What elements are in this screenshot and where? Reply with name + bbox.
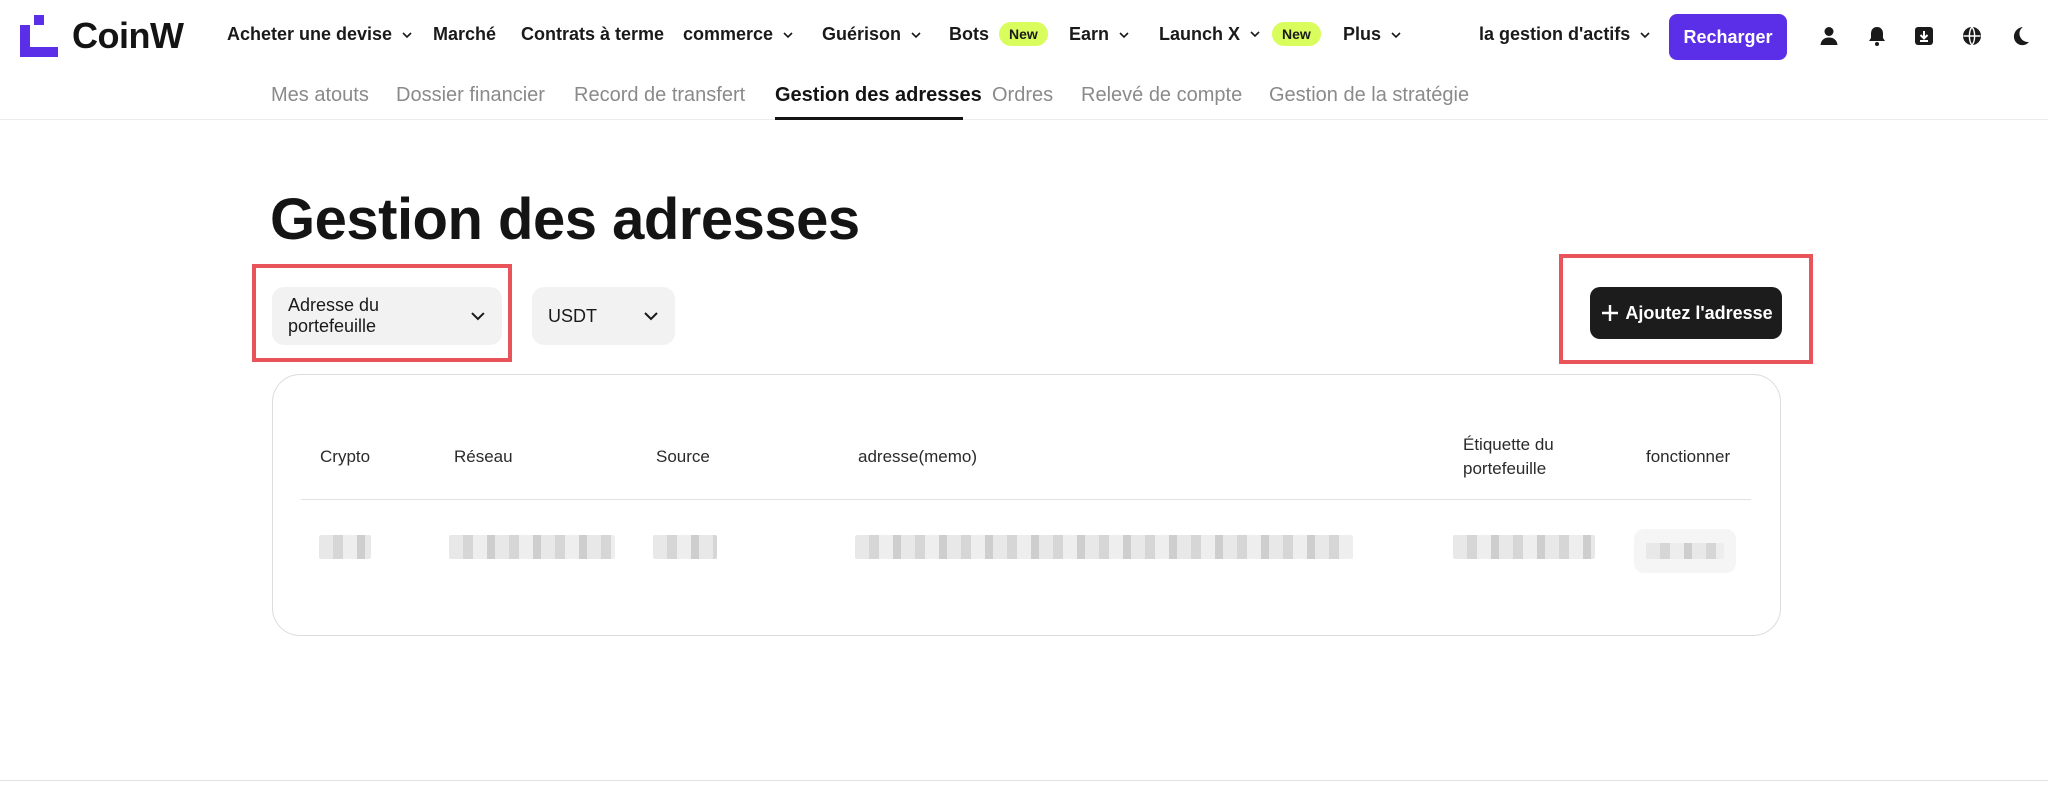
tab-my-assets[interactable]: Mes atouts: [271, 84, 369, 107]
nav-futures[interactable]: Contrats à terme: [521, 24, 664, 45]
nav-label: Guérison: [822, 24, 902, 44]
nav-label: Plus: [1343, 24, 1382, 44]
address-type-select[interactable]: Adresse du portefeuille: [272, 287, 502, 345]
nav-asset-management[interactable]: la gestion d'actifs: [1479, 24, 1652, 45]
tab-address-management[interactable]: Gestion des adresses: [775, 84, 982, 107]
bell-icon[interactable]: [1865, 24, 1889, 48]
chevron-down-icon: [1250, 31, 1260, 38]
nav-label: Marché: [433, 24, 497, 44]
header-divider: [301, 499, 1751, 500]
chevron-down-icon: [1119, 31, 1129, 38]
redacted-network: [449, 535, 615, 559]
nav-label: Launch X: [1159, 23, 1241, 44]
redacted-action-label: [1646, 543, 1724, 559]
row-action-button[interactable]: [1634, 529, 1736, 573]
asset-subtabs: Mes atouts Dossier financier Record de t…: [0, 74, 2048, 120]
nav-label: Contrats à terme: [521, 24, 665, 44]
chevron-down-icon: [1391, 31, 1401, 38]
chevron-down-icon: [783, 31, 793, 38]
tab-account-statement[interactable]: Relevé de compte: [1081, 84, 1242, 107]
column-header-action: fonctionner: [1646, 447, 1731, 466]
nav-label: Earn: [1069, 24, 1110, 44]
redacted-wallet-label: [1453, 535, 1595, 559]
column-header-source: Source: [656, 447, 710, 466]
nav-recovery[interactable]: Guérison: [822, 24, 923, 45]
address-type-value: Adresse du portefeuille: [288, 295, 380, 336]
top-navigation: CoinW Acheter une devise Marché Contrats…: [0, 0, 2048, 74]
tab-orders[interactable]: Ordres: [992, 84, 1053, 107]
add-address-label: Ajoutez l'adresse: [1625, 302, 1773, 323]
redacted-source: [653, 535, 717, 559]
tab-strategy-management[interactable]: Gestion de la stratégie: [1269, 84, 1469, 107]
chevron-down-icon: [471, 312, 485, 321]
nav-label: la gestion d'actifs: [1479, 24, 1631, 44]
chevron-down-icon: [911, 31, 921, 38]
page-title: Gestion des adresses: [270, 187, 860, 252]
column-header-wallet-label: Étiquette du portefeuille: [1463, 435, 1554, 478]
coinw-logo[interactable]: CoinW: [20, 14, 184, 58]
chevron-down-icon: [1640, 31, 1650, 38]
address-table: Crypto Réseau Source adresse(memo) Étiqu…: [272, 374, 1781, 636]
nav-label: Bots: [949, 23, 989, 44]
column-header-address: adresse(memo): [858, 447, 978, 466]
chevron-down-icon: [644, 312, 658, 321]
tab-financial-record[interactable]: Dossier financier: [396, 84, 545, 107]
chevron-down-icon: [402, 31, 412, 38]
add-address-button[interactable]: Ajoutez l'adresse: [1590, 287, 1782, 339]
column-header-crypto: Crypto: [320, 447, 371, 466]
new-badge: New: [999, 22, 1048, 46]
nav-label: Acheter une devise: [227, 24, 393, 44]
recharge-button[interactable]: Recharger: [1669, 14, 1787, 60]
nav-bots[interactable]: Bots New: [949, 22, 1048, 46]
nav-trade[interactable]: commerce: [683, 24, 795, 45]
nav-label: commerce: [683, 24, 774, 44]
coin-value: USDT: [548, 305, 597, 326]
nav-buy-crypto[interactable]: Acheter une devise: [227, 24, 414, 45]
coinw-logo-icon: [20, 15, 58, 57]
column-header-network: Réseau: [454, 447, 513, 466]
nav-launch-x[interactable]: Launch X New: [1159, 22, 1321, 46]
globe-icon[interactable]: [1960, 24, 1984, 48]
footer-divider: [0, 780, 2048, 781]
redacted-address: [855, 535, 1353, 559]
active-tab-underline: [775, 117, 963, 120]
nav-market[interactable]: Marché: [433, 24, 496, 45]
download-icon[interactable]: [1912, 24, 1936, 48]
redacted-crypto: [319, 535, 371, 559]
plus-icon: [1602, 305, 1619, 321]
new-badge: New: [1272, 22, 1321, 46]
coin-select[interactable]: USDT: [532, 287, 675, 345]
nav-more[interactable]: Plus: [1343, 24, 1403, 45]
nav-earn[interactable]: Earn: [1069, 24, 1131, 45]
brand-name: CoinW: [72, 15, 184, 56]
tab-transfer-record[interactable]: Record de transfert: [574, 84, 745, 107]
moon-icon[interactable]: [2008, 24, 2032, 48]
user-icon[interactable]: [1817, 24, 1841, 48]
